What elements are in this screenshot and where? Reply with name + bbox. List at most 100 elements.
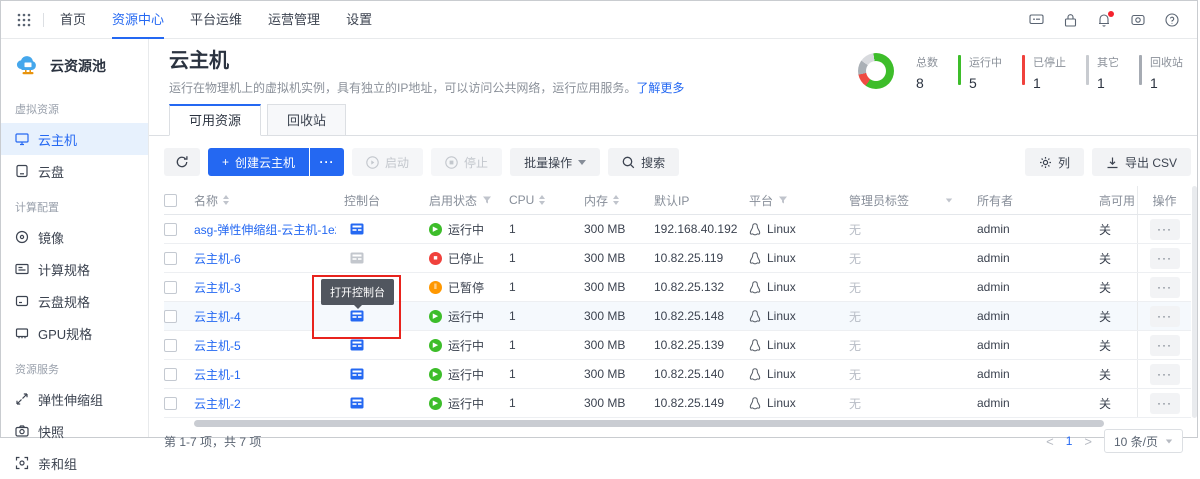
stats-summary: 总数8 运行中5 已停止1 其它1 — [858, 53, 1183, 96]
sidebar-item-compute-spec[interactable]: 计算规格 — [1, 253, 148, 285]
owner-value: admin — [977, 360, 1099, 388]
nav-item-platform-ops[interactable]: 平台运维 — [190, 1, 242, 39]
batch-actions-button[interactable]: 批量操作 — [510, 148, 600, 176]
chevron-down-icon — [578, 160, 586, 165]
row-checkbox[interactable] — [164, 252, 177, 265]
sort-icon[interactable] — [539, 195, 545, 205]
sidebar-item-cloud-disk[interactable]: 云盘 — [1, 155, 148, 187]
lock-icon[interactable] — [1064, 13, 1077, 27]
vertical-scrollbar[interactable] — [1192, 186, 1197, 418]
row-actions-button[interactable]: ··· — [1150, 219, 1180, 240]
search-button[interactable]: 搜索 — [608, 148, 679, 176]
status-label: 已停止 — [448, 250, 484, 267]
sidebar-item-snapshot[interactable]: 快照 — [1, 415, 148, 447]
vm-name-link[interactable]: 云主机-4 — [194, 308, 241, 325]
stat-running: 运行中5 — [958, 53, 1002, 91]
sidebar-item-images[interactable]: 镜像 — [1, 221, 148, 253]
vm-name-link[interactable]: asg-弹性伸缩组-云主机-1e2fc — [194, 221, 336, 238]
row-actions-button[interactable]: ··· — [1150, 393, 1180, 414]
owner-value: admin — [977, 244, 1099, 272]
table-row: 云主机-1 ▶运行中 1 300 MB 10.82.25.140 Linux 无… — [164, 360, 1191, 389]
status-icon: ‖ — [429, 281, 442, 294]
console-icon[interactable] — [350, 397, 364, 409]
admin-tag-value: 无 — [849, 389, 977, 417]
filter-icon[interactable] — [482, 195, 492, 205]
row-checkbox[interactable] — [164, 397, 177, 410]
create-more-button[interactable]: ··· — [310, 148, 344, 176]
vm-name-link[interactable]: 云主机-5 — [194, 337, 241, 354]
sidebar-header: 云资源池 — [1, 49, 148, 89]
vm-name-link[interactable]: 云主机-2 — [194, 395, 241, 412]
stat-recycle: 回收站1 — [1139, 53, 1183, 91]
help-icon[interactable] — [1165, 13, 1179, 27]
vm-name-link[interactable]: 云主机-1 — [194, 366, 241, 383]
status-label: 运行中 — [448, 308, 484, 325]
nav-item-home[interactable]: 首页 — [60, 1, 86, 39]
page-number[interactable]: 1 — [1066, 434, 1073, 448]
select-all-checkbox[interactable] — [164, 194, 177, 207]
sidebar-item-gpu-spec[interactable]: GPU规格 — [1, 317, 148, 349]
ha-value: 关 — [1099, 302, 1137, 330]
sidebar-item-cloud-host[interactable]: 云主机 — [1, 123, 148, 155]
page-size-select[interactable]: 10 条/页 — [1104, 429, 1183, 453]
cpu-value: 1 — [509, 215, 584, 243]
row-checkbox[interactable] — [164, 310, 177, 323]
row-actions-button[interactable]: ··· — [1150, 248, 1180, 269]
ha-value: 关 — [1099, 273, 1137, 301]
linux-icon — [749, 223, 761, 236]
create-vm-button[interactable]: +创建云主机 — [208, 148, 309, 176]
export-csv-button[interactable]: 导出 CSV — [1092, 148, 1191, 176]
row-actions-button[interactable]: ··· — [1150, 364, 1180, 385]
next-page-icon[interactable]: > — [1084, 434, 1092, 449]
apps-grid-icon[interactable] — [17, 13, 31, 27]
row-checkbox[interactable] — [164, 281, 177, 294]
cpu-value: 1 — [509, 389, 584, 417]
memory-value: 300 MB — [584, 331, 654, 359]
chevron-down-icon[interactable] — [946, 198, 952, 202]
row-checkbox[interactable] — [164, 223, 177, 236]
sort-icon[interactable] — [223, 195, 229, 205]
console-icon[interactable] — [350, 252, 364, 264]
screen-record-icon[interactable] — [1131, 13, 1145, 27]
nav-item-settings[interactable]: 设置 — [346, 1, 372, 39]
nav-item-operations[interactable]: 运营管理 — [268, 1, 320, 39]
vm-name-link[interactable]: 云主机-6 — [194, 250, 241, 267]
vm-name-link[interactable]: 云主机-3 — [194, 279, 241, 296]
platform-label: Linux — [767, 222, 796, 236]
table-row: 云主机-3 ‖已暂停 1 300 MB 10.82.25.132 Linux 无… — [164, 273, 1191, 302]
bell-icon[interactable] — [1097, 13, 1111, 27]
top-navbar: 首页 资源中心 平台运维 运营管理 设置 — [1, 1, 1197, 39]
console-icon[interactable] — [350, 339, 364, 351]
row-actions-button[interactable]: ··· — [1150, 335, 1180, 356]
prev-page-icon[interactable]: < — [1046, 434, 1054, 449]
row-actions-button[interactable]: ··· — [1150, 277, 1180, 298]
console-terminal-icon[interactable] — [1029, 13, 1044, 27]
row-actions-button[interactable]: ··· — [1150, 306, 1180, 327]
console-icon[interactable] — [350, 368, 364, 380]
stop-button[interactable]: 停止 — [431, 148, 502, 176]
start-button[interactable]: 启动 — [352, 148, 423, 176]
horizontal-scrollbar-thumb[interactable] — [194, 420, 1104, 427]
linux-icon — [749, 252, 761, 265]
ha-value: 关 — [1099, 389, 1137, 417]
sidebar-item-affinity-group[interactable]: 亲和组 — [1, 447, 148, 479]
sidebar-item-disk-spec[interactable]: 云盘规格 — [1, 285, 148, 317]
console-icon[interactable] — [350, 223, 364, 235]
status-label: 运行中 — [448, 366, 484, 383]
row-checkbox[interactable] — [164, 339, 177, 352]
sidebar-item-autoscaling-group[interactable]: 弹性伸缩组 — [1, 383, 148, 415]
tab-available-resources[interactable]: 可用资源 — [169, 104, 261, 136]
table-row: 云主机-5 ▶运行中 1 300 MB 10.82.25.139 Linux 无… — [164, 331, 1191, 360]
open-console-tooltip: 打开控制台 — [321, 279, 394, 305]
filter-icon[interactable] — [778, 195, 788, 205]
console-icon[interactable] — [350, 310, 364, 322]
status-label: 已暂停 — [448, 279, 484, 296]
row-checkbox[interactable] — [164, 368, 177, 381]
sort-icon[interactable] — [613, 195, 619, 205]
pagination-summary: 第 1-7 项，共 7 项 — [164, 433, 261, 450]
refresh-button[interactable] — [164, 148, 200, 176]
columns-button[interactable]: 列 — [1025, 148, 1084, 176]
learn-more-link[interactable]: 了解更多 — [636, 81, 684, 95]
nav-item-resource-center[interactable]: 资源中心 — [112, 1, 164, 39]
tab-recycle-bin[interactable]: 回收站 — [267, 104, 346, 136]
